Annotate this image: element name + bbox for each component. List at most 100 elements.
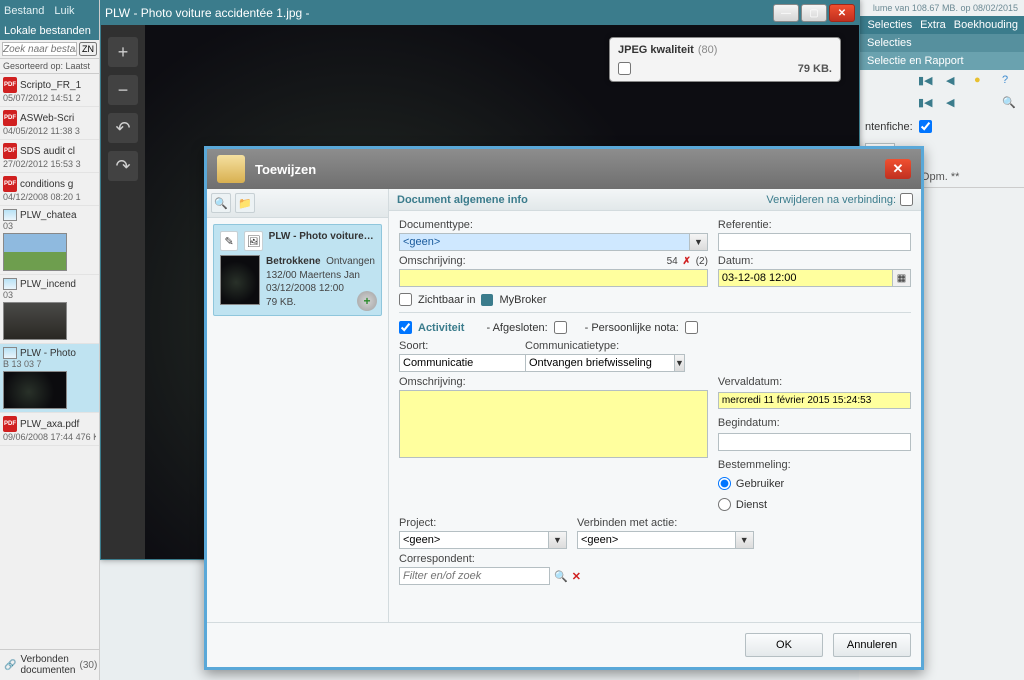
bg-status: lume van 108.67 MB. op 08/02/2015	[859, 0, 1024, 16]
vervaldatum-label: Vervaldatum:	[718, 376, 911, 388]
zoom-out-button[interactable]: −	[108, 75, 138, 105]
calendar-icon[interactable]: ▦	[893, 269, 911, 287]
activiteit-label: Activiteit	[418, 322, 464, 334]
menu-item-extra[interactable]: Extra	[920, 19, 946, 31]
fiche-label: ntenfiche:	[865, 121, 913, 133]
omschrijving-textarea[interactable]	[399, 390, 708, 458]
zichtbaar-checkbox[interactable]	[399, 293, 412, 306]
nav-first-icon[interactable]: ▮◀	[918, 96, 932, 110]
search-tool-button[interactable]: 🔍	[211, 193, 231, 213]
list-item[interactable]: PDFPLW_axa.pdf 09/06/2008 17:44 476 KB.	[0, 413, 99, 446]
dropdown-icon[interactable]: ▼	[549, 531, 567, 549]
verbinden-label: Verbinden met actie:	[577, 517, 754, 529]
soort-label: Soort:	[399, 340, 515, 352]
begindatum-input[interactable]	[718, 433, 911, 451]
footer-label: Verbonden documenten	[20, 654, 75, 676]
quality-checkbox[interactable]	[618, 62, 631, 75]
redo-button[interactable]: ↷	[108, 151, 138, 181]
quality-value: (80)	[698, 44, 718, 56]
documenttype-label: Documenttype:	[399, 219, 708, 231]
search-input[interactable]	[2, 42, 77, 56]
menu-luik[interactable]: Luik	[54, 5, 74, 17]
viewer-titlebar[interactable]: PLW - Photo voiture accidentée 1.jpg - —…	[101, 1, 859, 25]
left-toolbar: 🔍 📁	[207, 189, 388, 218]
vervaldatum-input[interactable]	[718, 392, 911, 409]
spacer	[974, 96, 988, 110]
menu-item-selecties[interactable]: Selecties	[867, 19, 912, 31]
pdf-icon: PDF	[3, 77, 17, 93]
submenu-selectie-rapport[interactable]: Selectie en Rapport	[859, 52, 1024, 70]
image-icon[interactable]: 🖼	[244, 231, 262, 251]
link-icon: 🔗	[4, 660, 16, 671]
omschrijving-input[interactable]	[399, 269, 708, 287]
pdf-icon: PDF	[3, 416, 17, 432]
bg-toolbar-icons-2: ▮◀ ◀ 🔍	[859, 92, 1024, 114]
list-item[interactable]: PLW_incend 03	[0, 275, 99, 344]
search-icon[interactable]: 🔍	[554, 570, 568, 583]
minimize-button[interactable]: —	[773, 4, 799, 22]
list-item-selected[interactable]: PLW - Photo B 13 03 7	[0, 344, 99, 413]
zoom-in-button[interactable]: +	[108, 37, 138, 67]
nav-prev-icon[interactable]: ◀	[946, 96, 960, 110]
menu-item-boekhouding[interactable]: Boekhouding	[954, 19, 1018, 31]
correspondent-input[interactable]	[399, 567, 550, 585]
dropdown-icon[interactable]: ▼	[736, 531, 754, 549]
commtype-select[interactable]	[525, 354, 675, 372]
sidebar-footer[interactable]: 🔗 Verbonden documenten (30)	[0, 649, 99, 680]
sidebar-header: Lokale bestanden	[0, 22, 99, 40]
menu-bestand[interactable]: Bestand	[4, 5, 44, 17]
nav-first-icon[interactable]: ▮◀	[918, 74, 932, 88]
folder-tool-button[interactable]: 📁	[235, 193, 255, 213]
assign-dialog: Toewijzen ✕ 🔍 📁 ✎ 🖼 PLW - Photo voiture …	[204, 146, 924, 670]
search-button[interactable]: ZN	[79, 42, 97, 56]
list-item[interactable]: PDFASWeb-Scri 04/05/2012 11:38 3	[0, 107, 99, 140]
file-list[interactable]: PDFScripto_FR_1 05/07/2012 14:51 2 PDFAS…	[0, 74, 99, 649]
fiche-checkbox[interactable]	[919, 120, 932, 133]
list-item[interactable]: PDFScripto_FR_1 05/07/2012 14:51 2	[0, 74, 99, 107]
edit-icon[interactable]: ✎	[220, 231, 238, 251]
list-item[interactable]: PLW_chatea 03	[0, 206, 99, 275]
verbinden-select[interactable]	[577, 531, 736, 549]
dienst-radio[interactable]	[718, 498, 731, 511]
undo-button[interactable]: ↶	[108, 113, 138, 143]
persnota-checkbox[interactable]	[685, 321, 698, 334]
afgesloten-checkbox[interactable]	[554, 321, 567, 334]
maximize-button[interactable]: ▢	[801, 4, 827, 22]
document-card[interactable]: ✎ 🖼 PLW - Photo voiture ac... Betrokkene…	[213, 224, 382, 316]
list-item[interactable]: PDFSDS audit cl 27/02/2012 15:53 3	[0, 140, 99, 173]
documenttype-input[interactable]	[399, 233, 690, 251]
dialog-right-panel: Document algemene info Verwijderen na ve…	[389, 189, 921, 622]
ok-button[interactable]: OK	[745, 633, 823, 657]
dropdown-icon[interactable]: ▼	[675, 354, 685, 372]
dropdown-icon[interactable]: ▼	[690, 233, 708, 251]
dialog-close-button[interactable]: ✕	[885, 159, 911, 179]
search-icon[interactable]: 🔍	[1002, 96, 1016, 110]
viewer-title: PLW - Photo voiture accidentée 1.jpg -	[105, 6, 310, 20]
cancel-button[interactable]: Annuleren	[833, 633, 911, 657]
add-to-db-icon[interactable]: +	[357, 291, 377, 311]
thumbnail	[3, 233, 67, 271]
submenu-selecties[interactable]: Selecties	[859, 34, 1024, 52]
bulb-icon[interactable]: ●	[974, 74, 988, 88]
footer-count: (30)	[79, 660, 97, 671]
commtype-label: Communicatietype:	[525, 340, 675, 352]
nav-prev-icon[interactable]: ◀	[946, 74, 960, 88]
delete-after-link-checkbox[interactable]	[900, 193, 913, 206]
header-title: Document algemene info	[397, 194, 528, 206]
clear-icon[interactable]: ✗	[683, 256, 691, 267]
clear-icon[interactable]: ✕	[572, 570, 581, 583]
dialog-titlebar[interactable]: Toewijzen ✕	[207, 149, 921, 189]
pdf-icon: PDF	[3, 110, 17, 126]
jpeg-quality-panel: JPEG kwaliteit (80) 79 KB.	[609, 37, 841, 82]
activiteit-checkbox[interactable]	[399, 321, 412, 334]
list-item[interactable]: PDFconditions g 04/12/2008 08:20 1	[0, 173, 99, 206]
referentie-input[interactable]	[718, 233, 911, 251]
project-select[interactable]	[399, 531, 549, 549]
file-sidebar: Bestand Luik Lokale bestanden ZN Gesorte…	[0, 0, 100, 680]
help-icon[interactable]: ?	[1002, 74, 1016, 88]
gebruiker-radio[interactable]	[718, 477, 731, 490]
bg-fiche-row: ntenfiche:	[859, 114, 1024, 139]
close-button[interactable]: ✕	[829, 4, 855, 22]
datum-input[interactable]	[718, 269, 893, 287]
folder-icon	[217, 155, 245, 183]
